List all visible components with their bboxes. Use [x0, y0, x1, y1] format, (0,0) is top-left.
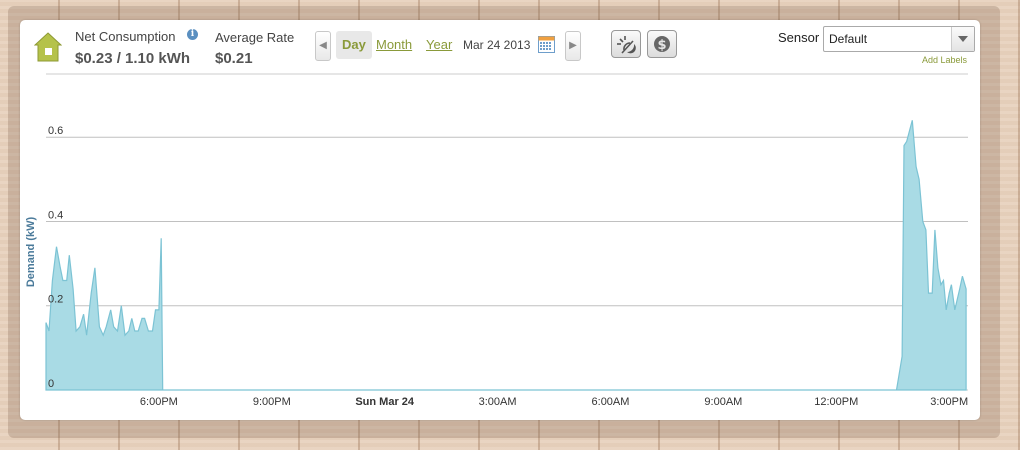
x-tick-label: 9:00PM [253, 396, 291, 408]
x-tick-label: 6:00PM [140, 396, 178, 408]
energy-widget-panel: Net Consumption i $0.23 / 1.10 kWh Avera… [20, 20, 980, 420]
x-tick-label: Sun Mar 24 [355, 396, 415, 408]
demand-area[interactable] [45, 120, 967, 391]
x-tick-label: 12:00PM [814, 396, 858, 408]
y-tick-label: 0 [48, 378, 54, 390]
x-tick-label: 3:00PM [930, 396, 968, 408]
y-tick-label: 0.2 [48, 294, 63, 306]
y-axis-label: Demand (kW) [25, 217, 37, 288]
chart-grid [46, 136, 968, 391]
demand-chart: 00.20.40.6 6:00PM 9:00PM Sun Mar 24 3:00AM 6… [25, 73, 968, 408]
x-tick-label: 9:00AM [704, 396, 742, 408]
x-tick-label: 3:00AM [479, 396, 517, 408]
x-axis-ticks: 6:00PM 9:00PM Sun Mar 24 3:00AM 6:00AM 9:00AM… [140, 396, 968, 408]
y-tick-label: 0.6 [48, 125, 63, 137]
x-tick-label: 6:00AM [592, 396, 630, 408]
y-tick-label: 0.4 [48, 209, 63, 221]
